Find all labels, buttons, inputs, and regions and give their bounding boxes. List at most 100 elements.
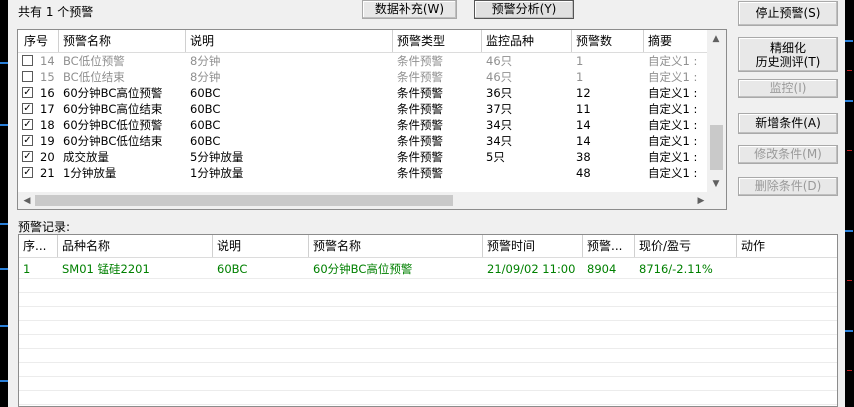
cell-no: 14 [40, 54, 55, 68]
col-header[interactable]: 说明 [186, 30, 393, 52]
condition-row[interactable]: ✓ 16 60分钟BC高位预警 60BC 条件预警 36只 12 自定义1 : [18, 85, 708, 101]
cell-no: 15 [40, 70, 55, 84]
cell-product: SM01 锰硅2201 [62, 262, 150, 276]
cell-type: 条件预警 [397, 134, 443, 148]
cell-pnl: 8716/-2.11% [639, 262, 713, 276]
col-header[interactable]: 预警时间 [483, 235, 583, 257]
empty-grid-line [19, 320, 837, 321]
row-checkbox[interactable]: ✓ [22, 167, 33, 178]
col-header[interactable]: 预警名称 [309, 235, 483, 257]
cell-summary: 自定义1 : [648, 118, 698, 132]
row-checkbox[interactable] [22, 71, 33, 82]
condition-hscrollbar[interactable]: ◀ ▶ [18, 192, 726, 209]
records-header: 序... 品种名称 说明 预警名称 预警时间 预警... 现价/盈亏 动作 [19, 235, 837, 258]
cell-name: 成交放量 [63, 150, 109, 164]
cell-count: 14 [576, 118, 591, 132]
cell-name: 60分钟BC低位预警 [63, 118, 163, 132]
cell-type: 条件预警 [397, 70, 443, 84]
empty-grid-line [19, 376, 837, 377]
cell-desc: 8分钟 [190, 70, 221, 84]
col-header[interactable]: 预警名称 [59, 30, 186, 52]
condition-row[interactable]: ✓ 18 60分钟BC低位预警 60BC 条件预警 34只 14 自定义1 : [18, 117, 708, 133]
cell-type: 条件预警 [397, 102, 443, 116]
condition-vscrollbar[interactable]: ▲ ▼ [707, 30, 726, 193]
row-checkbox[interactable]: ✓ [22, 119, 33, 130]
cell-summary: 自定义1 : [648, 150, 698, 164]
cell-watch [482, 165, 572, 181]
condition-row[interactable]: 14 BC低位预警 8分钟 条件预警 46只 1 自定义1 : [18, 53, 708, 69]
cell-desc: 8分钟 [190, 54, 221, 68]
cell-desc: 1分钟放量 [190, 166, 244, 180]
empty-grid-line [19, 334, 837, 335]
cell-time: 21/09/02 11:00 [487, 262, 576, 276]
cell-desc: 5分钟放量 [190, 150, 244, 164]
alert-analysis-button[interactable]: 预警分析(Y) [474, 0, 574, 19]
col-header[interactable]: 预警... [583, 235, 635, 257]
col-header[interactable]: 摘要 [644, 30, 708, 52]
row-checkbox[interactable]: ✓ [22, 103, 33, 114]
background-chart-left [0, 0, 8, 407]
scroll-thumb[interactable] [710, 125, 723, 170]
col-header[interactable]: 品种名称 [58, 235, 213, 257]
row-checkbox[interactable]: ✓ [22, 87, 33, 98]
cell-type: 条件预警 [397, 86, 443, 100]
record-row[interactable]: 1 SM01 锰硅2201 60BC 60分钟BC高位预警 21/09/02 11:00… [19, 261, 837, 277]
scroll-right-icon[interactable]: ▶ [694, 194, 708, 208]
cell-no: 19 [40, 134, 55, 148]
stop-alert-button[interactable]: 停止预警(S) [738, 1, 838, 26]
col-header[interactable]: 预警数 [572, 30, 644, 52]
cell-watch: 34只 [486, 134, 513, 148]
alert-records-list: 序... 品种名称 说明 预警名称 预警时间 预警... 现价/盈亏 动作 1 S… [18, 234, 838, 407]
col-header[interactable]: 序... [19, 235, 58, 257]
scroll-down-icon[interactable]: ▼ [709, 177, 723, 191]
col-header[interactable]: 动作 [737, 235, 837, 257]
col-header[interactable]: 现价/盈亏 [635, 235, 737, 257]
scroll-up-icon[interactable]: ▲ [709, 32, 723, 46]
condition-row[interactable]: ✓ 20 成交放量 5分钟放量 条件预警 5只 38 自定义1 : [18, 149, 708, 165]
hscroll-thumb[interactable] [35, 195, 453, 206]
condition-row[interactable]: 15 BC低位结束 8分钟 条件预警 46只 1 自定义1 : [18, 69, 708, 85]
col-header[interactable]: 预警类型 [393, 30, 482, 52]
condition-row[interactable]: ✓ 21 1分钟放量 1分钟放量 条件预警 48 自定义1 : [18, 165, 708, 181]
cell-count: 1 [576, 70, 584, 84]
alert-records-label: 预警记录: [18, 220, 71, 234]
modify-condition-button[interactable]: 修改条件(M) [738, 145, 838, 164]
cell-summary: 自定义1 : [648, 54, 698, 68]
empty-grid-line [19, 362, 837, 363]
cell-count: 14 [576, 134, 591, 148]
background-chart-right [845, 0, 854, 407]
cell-no: 20 [40, 150, 55, 164]
cell-count: 38 [576, 150, 591, 164]
add-condition-button[interactable]: 新增条件(A) [738, 113, 838, 134]
cell-name: BC低位结束 [63, 70, 125, 84]
col-header[interactable]: 序号 [20, 30, 59, 52]
data-supplement-button[interactable]: 数据补充(W) [362, 0, 457, 19]
cell-count: 1 [576, 54, 584, 68]
empty-grid-line [19, 278, 837, 279]
cell-action [737, 261, 837, 277]
cell-no: 17 [40, 102, 55, 116]
empty-grid-line [19, 390, 837, 391]
col-header[interactable]: 说明 [213, 235, 309, 257]
delete-condition-button[interactable]: 删除条件(D) [738, 177, 838, 196]
scroll-left-icon[interactable]: ◀ [20, 194, 34, 208]
row-checkbox[interactable]: ✓ [22, 135, 33, 146]
cell-price: 8904 [587, 262, 617, 276]
condition-row[interactable]: ✓ 17 60分钟BC高位结束 60BC 条件预警 37只 11 自定义1 : [18, 101, 708, 117]
monitor-button[interactable]: 监控(I) [738, 79, 838, 98]
row-checkbox[interactable]: ✓ [22, 151, 33, 162]
cell-no: 16 [40, 86, 55, 100]
refine-history-button[interactable]: 精细化 历史测评(T) [738, 37, 838, 72]
cell-summary: 自定义1 : [648, 86, 698, 100]
alert-window: 共有 1 个预警 数据补充(W) 预警分析(Y) 停止预警(S) 精细化 历史测… [8, 0, 854, 407]
cell-summary: 自定义1 : [648, 102, 698, 116]
condition-list: 序号 预警名称 说明 预警类型 监控品种 预警数 摘要 14 BC低位预警 8分钟条… [17, 29, 727, 210]
cell-watch: 5只 [486, 150, 505, 164]
col-header[interactable]: 监控品种 [482, 30, 572, 52]
cell-summary: 自定义1 : [648, 134, 698, 148]
condition-row[interactable]: ✓ 19 60分钟BC低位结束 60BC 条件预警 34只 14 自定义1 : [18, 133, 708, 149]
cell-type: 条件预警 [397, 54, 443, 68]
row-checkbox[interactable] [22, 55, 33, 66]
cell-desc: 60BC [190, 86, 221, 100]
refine-line1: 精细化 [769, 41, 806, 55]
